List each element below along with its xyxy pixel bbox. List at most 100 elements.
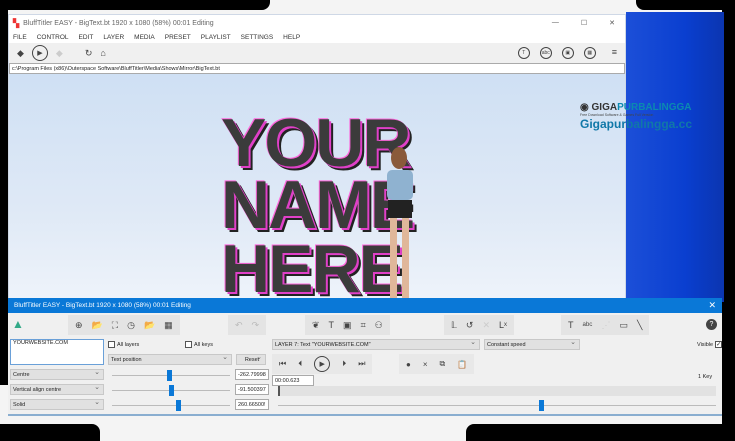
vertical-align-dropdown[interactable]: Vertical align centre bbox=[10, 383, 104, 395]
time-input[interactable]: 00:00.623 bbox=[272, 375, 314, 386]
text-content-input[interactable]: YOURWEBSITE.COM bbox=[10, 339, 104, 365]
minimize-button[interactable]: — bbox=[552, 19, 559, 27]
y-value-input[interactable]: -91.500397 bbox=[235, 384, 269, 395]
group-icon[interactable]: ⚇ bbox=[375, 320, 383, 331]
home-icon[interactable]: ⌂ bbox=[100, 48, 105, 58]
text-fx-icon[interactable]: T bbox=[568, 320, 574, 330]
menu-playlist[interactable]: PLAYLIST bbox=[201, 34, 231, 41]
play-button[interactable]: ▶ bbox=[31, 45, 48, 61]
y-slider-thumb[interactable] bbox=[169, 385, 174, 396]
text-effect-icon[interactable]: T bbox=[517, 47, 530, 59]
x-value-input[interactable]: -262.79998 bbox=[235, 369, 269, 380]
file-path-field[interactable]: c:\Program Files (x86)\Outerspace Softwa… bbox=[9, 63, 625, 74]
copy-key-icon[interactable]: ⧉ bbox=[440, 359, 446, 369]
speed-dropdown[interactable]: Constant speed bbox=[484, 338, 580, 350]
x-slider-thumb[interactable] bbox=[166, 370, 172, 381]
main-window: ▚ BluffTitler EASY - BigText.bt 1920 x 10… bbox=[8, 14, 626, 300]
align-dropdown[interactable]: Centre bbox=[10, 368, 104, 380]
title-bar: ▚ BluffTitler EASY - BigText.bt 1920 x 10… bbox=[9, 15, 625, 31]
next-key-icon[interactable]: ⏵ bbox=[342, 359, 346, 369]
last-key-icon[interactable]: ⏭ bbox=[358, 359, 365, 369]
layer-dropdown[interactable]: LAYER 7: Text "YOURWEBSITE.COM" bbox=[272, 338, 480, 350]
delete-key-icon[interactable]: × bbox=[423, 360, 428, 369]
z-value-input[interactable]: 260.66500! bbox=[235, 399, 269, 410]
video-effect-icon[interactable]: ▦ bbox=[583, 47, 596, 59]
visible-label: Visible bbox=[697, 341, 714, 348]
visible-checkbox[interactable]: Visible ✓ bbox=[697, 341, 723, 348]
presenter-figure bbox=[387, 147, 413, 298]
node-fx-icon[interactable]: ⋰ bbox=[601, 320, 610, 331]
all-keys-label: All keys bbox=[194, 341, 213, 348]
image-layer-icon[interactable]: ▣ bbox=[343, 320, 352, 331]
image-fx-icon[interactable]: ▭ bbox=[619, 320, 628, 331]
panel-play-button[interactable]: ▶ bbox=[314, 356, 331, 372]
abc-fx-icon[interactable]: ᵃᵇᶜ bbox=[583, 320, 593, 330]
style-dropdown[interactable]: Solid bbox=[10, 398, 104, 410]
scene-text-line: HERE bbox=[221, 231, 404, 300]
time-slider-thumb[interactable] bbox=[538, 400, 544, 411]
editor-panel: BluffTitler EASY - BigText.bt 1920 x 108… bbox=[8, 298, 723, 416]
undo-icon[interactable]: ↶ bbox=[235, 320, 243, 331]
watermark-logo-icon: ◉ bbox=[580, 102, 589, 113]
next-icon[interactable]: ◆ bbox=[56, 48, 63, 59]
menu-file[interactable]: FILE bbox=[13, 34, 27, 41]
split-icon[interactable]: ✕ bbox=[482, 320, 490, 331]
key-count: 1 Key bbox=[698, 374, 713, 380]
prev-key-icon[interactable]: ⏴ bbox=[298, 359, 302, 369]
menu-layer[interactable]: LAYER bbox=[103, 34, 124, 41]
hamburger-menu-icon[interactable]: ≡ bbox=[612, 47, 617, 59]
resolution-icon[interactable]: ⛶ bbox=[112, 320, 118, 331]
add-icon[interactable]: ⊕ bbox=[75, 320, 83, 331]
menu-edit[interactable]: EDIT bbox=[79, 34, 94, 41]
menu-media[interactable]: MEDIA bbox=[134, 34, 155, 41]
image-effect-icon[interactable]: ▣ bbox=[561, 47, 574, 59]
panel-title-bar: BluffTitler EASY - BigText.bt 1920 x 108… bbox=[8, 298, 722, 313]
panel-close-button[interactable]: ✕ bbox=[708, 300, 722, 311]
layer-toolbar: ❦ T ▣ ⌗ ⚇ bbox=[305, 315, 390, 335]
path-icon[interactable]: ⌗ bbox=[361, 320, 366, 331]
maximize-button[interactable]: ☐ bbox=[581, 19, 587, 27]
all-layers-checkbox[interactable]: All layers bbox=[108, 341, 139, 348]
preview-viewport[interactable]: YOUR NAME HERE bbox=[9, 74, 625, 300]
film-icon[interactable]: ▦ bbox=[164, 320, 173, 331]
menu-control[interactable]: CONTROL bbox=[37, 34, 69, 41]
watermark: ◉ GIGAPURBALINGGA Free Download Software… bbox=[580, 102, 692, 131]
wand-icon[interactable]: ╲ bbox=[637, 320, 642, 331]
watermark-url: Gigapurbalingga.cc bbox=[580, 117, 693, 131]
paste-key-icon[interactable]: 📋 bbox=[457, 360, 467, 369]
refresh-icon[interactable]: ↻ bbox=[85, 48, 93, 59]
link-icon[interactable]: ↺ bbox=[466, 320, 474, 331]
menu-preset[interactable]: PRESET bbox=[165, 34, 191, 41]
shape-icon[interactable]: ❦ bbox=[312, 320, 320, 331]
close-button[interactable]: ✕ bbox=[609, 19, 615, 27]
time-slider-track[interactable] bbox=[278, 405, 716, 406]
menu-help[interactable]: HELP bbox=[283, 34, 300, 41]
import-icon[interactable]: 📂 bbox=[144, 320, 155, 331]
file-toolbar: ⊕ 📂 ⛶ ◷ 📂 ▦ bbox=[68, 315, 180, 335]
delete-layer-icon[interactable]: Lˣ bbox=[499, 320, 507, 330]
text-layer-icon[interactable]: T bbox=[329, 320, 335, 330]
app-tree-icon: ▲ bbox=[12, 317, 24, 331]
all-layers-label: All layers bbox=[117, 341, 140, 348]
keyframe-timeline[interactable] bbox=[278, 386, 716, 396]
clock-icon[interactable]: ◷ bbox=[127, 320, 135, 331]
previous-icon[interactable]: ◆ bbox=[17, 48, 24, 59]
record-key-icon[interactable]: ● bbox=[406, 360, 411, 369]
menu-settings[interactable]: SETTINGS bbox=[241, 34, 274, 41]
abc-effect-icon[interactable]: abc bbox=[539, 47, 552, 59]
z-slider-track[interactable] bbox=[112, 405, 230, 406]
first-key-icon[interactable]: ⏮ bbox=[279, 359, 286, 369]
transport-controls: ⏮ ⏴ ▶ ⏵ ⏭ bbox=[272, 354, 373, 374]
open-icon[interactable]: 📂 bbox=[92, 320, 103, 331]
help-icon[interactable]: ? bbox=[706, 319, 717, 330]
all-keys-checkbox[interactable]: All keys bbox=[185, 341, 213, 348]
property-dropdown[interactable]: Text position bbox=[108, 353, 232, 365]
app-logo-icon: ▚ bbox=[13, 18, 20, 28]
menu-bar: FILE CONTROL EDIT LAYER MEDIA PRESET PLA… bbox=[9, 31, 625, 43]
z-slider-thumb[interactable] bbox=[176, 400, 182, 411]
watermark-brand2: PURBALINGGA bbox=[617, 102, 692, 113]
redo-icon[interactable]: ↷ bbox=[252, 320, 260, 331]
window-title: BluffTitler EASY - BigText.bt 1920 x 108… bbox=[23, 19, 214, 27]
layer-property-icon[interactable]: 𝕃 bbox=[451, 320, 457, 331]
reset-button[interactable]: Reset bbox=[236, 353, 266, 365]
